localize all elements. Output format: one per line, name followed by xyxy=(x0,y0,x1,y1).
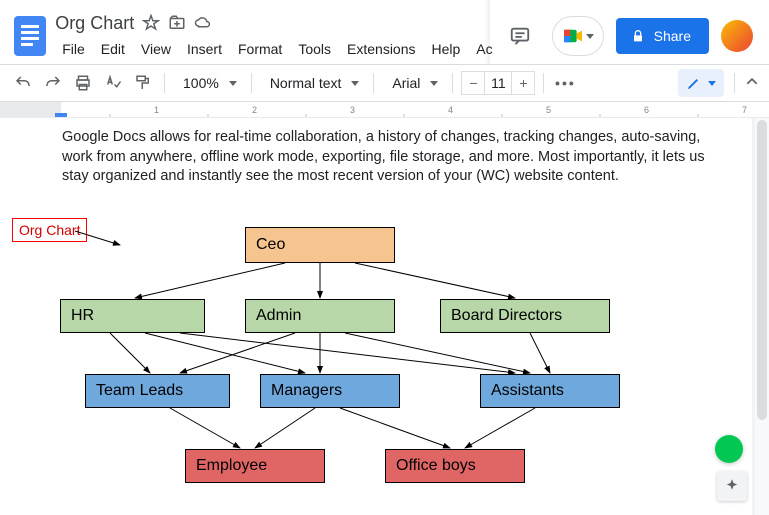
undo-icon[interactable] xyxy=(10,70,36,96)
cloud-status-icon[interactable] xyxy=(194,14,212,32)
scrollbar-thumb[interactable] xyxy=(757,120,767,420)
org-chart[interactable]: Ceo HR Admin Board Directors Team Leads … xyxy=(60,213,690,515)
separator xyxy=(164,73,165,93)
caret-down-icon xyxy=(708,81,716,86)
menu-tools[interactable]: Tools xyxy=(291,39,338,59)
menu-help[interactable]: Help xyxy=(425,39,468,59)
explore-button[interactable] xyxy=(717,471,747,501)
svg-text:5: 5 xyxy=(546,105,551,115)
svg-text:6: 6 xyxy=(644,105,649,115)
separator xyxy=(543,73,544,93)
menu-view[interactable]: View xyxy=(134,39,178,59)
node-managers[interactable]: Managers xyxy=(260,374,400,408)
avatar[interactable] xyxy=(721,20,753,52)
pencil-icon xyxy=(686,75,702,91)
font-size-increase[interactable]: + xyxy=(512,72,534,94)
node-board[interactable]: Board Directors xyxy=(440,299,610,333)
print-icon[interactable] xyxy=(70,70,96,96)
comments-icon[interactable] xyxy=(500,16,540,56)
toolbar: 100% Normal text Arial − 11 + ••• xyxy=(0,64,769,102)
style-value: Normal text xyxy=(266,75,346,91)
font-size-value[interactable]: 11 xyxy=(484,72,512,94)
style-select[interactable]: Normal text xyxy=(260,75,366,91)
docs-logo[interactable] xyxy=(12,16,47,56)
editing-mode-button[interactable] xyxy=(678,69,724,97)
node-employee[interactable]: Employee xyxy=(185,449,325,483)
zoom-value: 100% xyxy=(179,75,223,91)
caret-down-icon xyxy=(586,34,594,39)
font-size-stepper: − 11 + xyxy=(461,71,535,95)
ruler-svg: 1 2 3 4 5 6 7 xyxy=(0,102,769,118)
separator xyxy=(452,73,453,93)
share-label: Share xyxy=(654,28,691,44)
menu-extensions[interactable]: Extensions xyxy=(340,39,422,59)
vertical-scrollbar[interactable] xyxy=(755,118,769,515)
spellcheck-icon[interactable] xyxy=(100,70,126,96)
redo-icon[interactable] xyxy=(40,70,66,96)
zoom-select[interactable]: 100% xyxy=(173,75,243,91)
more-icon[interactable]: ••• xyxy=(552,70,578,96)
node-ceo[interactable]: Ceo xyxy=(245,227,395,263)
move-icon[interactable] xyxy=(168,14,186,32)
font-value: Arial xyxy=(388,75,424,91)
ruler[interactable]: 1 2 3 4 5 6 7 xyxy=(0,102,769,118)
separator xyxy=(734,73,735,93)
svg-text:4: 4 xyxy=(448,105,453,115)
separator xyxy=(251,73,252,93)
svg-text:3: 3 xyxy=(350,105,355,115)
star-icon[interactable] xyxy=(142,14,160,32)
menu-file[interactable]: File xyxy=(55,39,92,59)
document-title[interactable]: Org Chart xyxy=(55,13,134,34)
node-assistants[interactable]: Assistants xyxy=(480,374,620,408)
support-fab[interactable] xyxy=(715,435,743,463)
node-admin[interactable]: Admin xyxy=(245,299,395,333)
svg-text:1: 1 xyxy=(154,105,159,115)
menu-edit[interactable]: Edit xyxy=(94,39,132,59)
menu-bar: File Edit View Insert Format Tools Exten… xyxy=(55,37,499,61)
paint-format-icon[interactable] xyxy=(130,70,156,96)
meet-button[interactable] xyxy=(552,16,604,56)
menu-accessibility[interactable]: Ac xyxy=(469,39,499,59)
caret-down-icon xyxy=(351,81,359,86)
separator xyxy=(373,73,374,93)
svg-text:2: 2 xyxy=(252,105,257,115)
document-canvas[interactable]: Google Docs allows for real-time collabo… xyxy=(0,118,769,515)
collapse-toolbar-icon[interactable] xyxy=(745,75,759,92)
menu-insert[interactable]: Insert xyxy=(180,39,229,59)
node-hr[interactable]: HR xyxy=(60,299,205,333)
share-button[interactable]: Share xyxy=(616,18,709,54)
svg-text:7: 7 xyxy=(742,105,747,115)
node-office[interactable]: Office boys xyxy=(385,449,525,483)
menu-format[interactable]: Format xyxy=(231,39,289,59)
font-size-decrease[interactable]: − xyxy=(462,72,484,94)
lock-icon xyxy=(630,28,646,44)
body-paragraph[interactable]: Google Docs allows for real-time collabo… xyxy=(0,118,740,187)
caret-down-icon xyxy=(430,81,438,86)
caret-down-icon xyxy=(229,81,237,86)
font-select[interactable]: Arial xyxy=(382,75,444,91)
page[interactable]: Google Docs allows for real-time collabo… xyxy=(0,118,752,515)
node-leads[interactable]: Team Leads xyxy=(85,374,230,408)
